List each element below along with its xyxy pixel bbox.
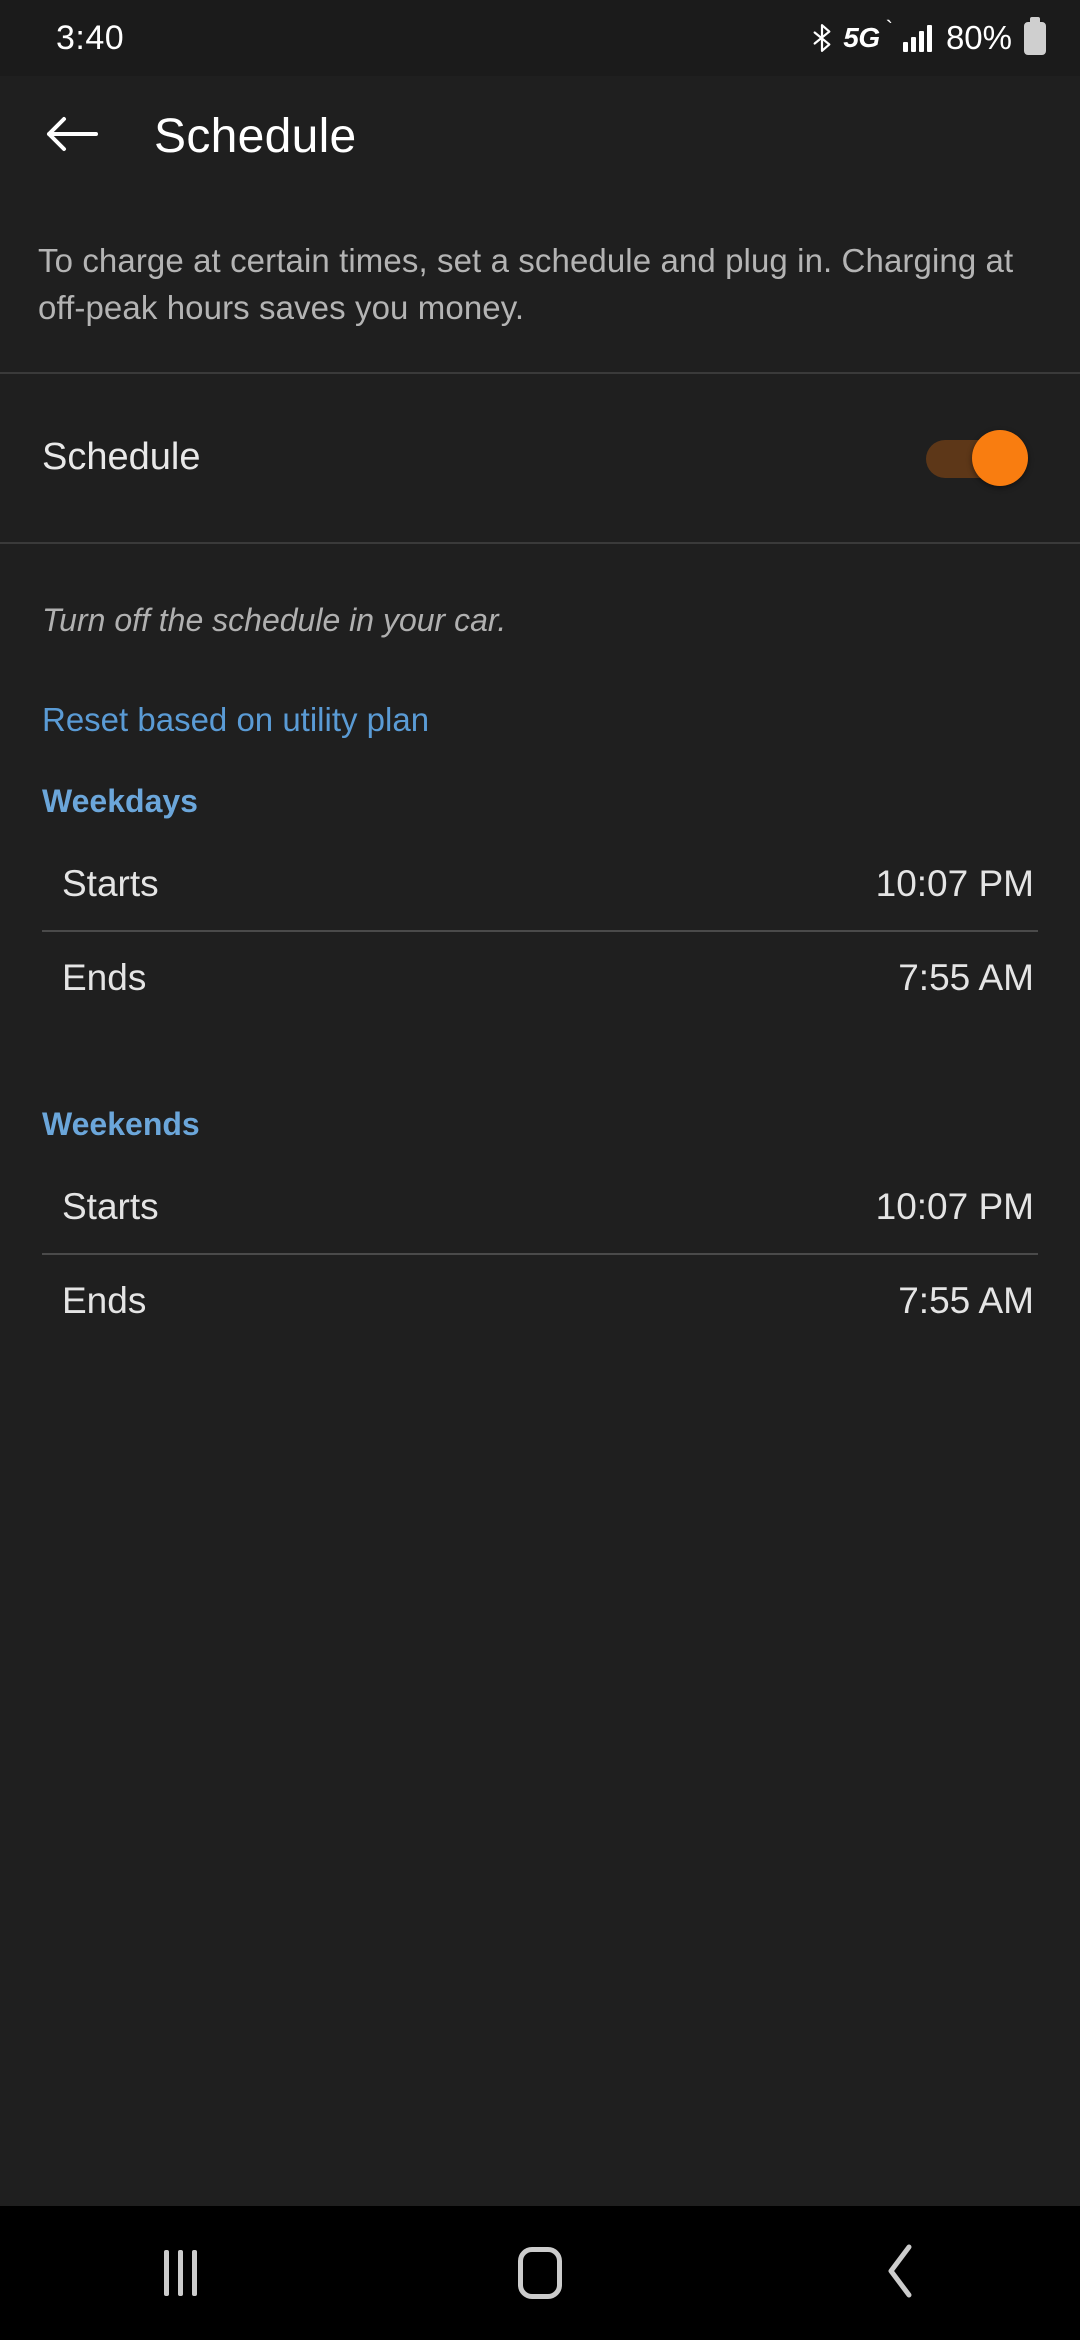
description-text: To charge at certain times, set a schedu… xyxy=(38,242,1014,326)
phone-screen: 3:40 5G ` 80% Schedule To charge at cert… xyxy=(0,0,1080,2340)
reset-utility-plan-link[interactable]: Reset based on utility plan xyxy=(0,639,429,739)
spacer-between-sections xyxy=(0,1024,1080,1062)
schedule-note: Turn off the schedule in your car. xyxy=(42,601,507,638)
app-bar: Schedule xyxy=(0,76,1080,196)
page-title: Schedule xyxy=(154,109,357,163)
back-arrow-icon xyxy=(44,114,98,159)
weekdays-starts-value: 10:07 PM xyxy=(875,862,1034,904)
spacer-weekdays xyxy=(0,820,1080,838)
schedule-toggle-row[interactable]: Schedule xyxy=(0,373,1080,542)
description-block: To charge at certain times, set a schedu… xyxy=(0,196,1080,372)
recents-icon xyxy=(163,2250,197,2296)
home-icon xyxy=(518,2247,562,2299)
weekends-ends-value: 7:55 AM xyxy=(898,1279,1034,1321)
spacer-weekends xyxy=(0,1143,1080,1161)
weekends-ends-label: Ends xyxy=(62,1279,147,1321)
weekends-starts-label: Starts xyxy=(62,1185,159,1227)
section-header-weekdays: Weekdays xyxy=(42,782,198,819)
weekdays-ends-label: Ends xyxy=(62,956,147,998)
network-type-label: 5G xyxy=(843,22,880,53)
section-header-weekends: Weekends xyxy=(42,1105,200,1142)
weekdays-starts-label: Starts xyxy=(62,862,159,904)
toggle-thumb xyxy=(972,429,1028,486)
schedule-toggle-label: Schedule xyxy=(42,436,201,479)
status-bar: 3:40 5G ` 80% xyxy=(0,0,1080,76)
weekends-starts-value: 10:07 PM xyxy=(875,1185,1034,1227)
status-icons: 5G ` 80% xyxy=(811,16,1046,57)
battery-percent-label: 80% xyxy=(945,19,1012,56)
nav-back-button[interactable] xyxy=(800,2206,1000,2340)
status-clock: 3:40 xyxy=(56,18,125,57)
weekdays-ends-row[interactable]: Ends 7:55 AM xyxy=(0,932,1080,1024)
bluetooth-icon xyxy=(811,23,833,53)
schedule-toggle-switch[interactable] xyxy=(926,429,1034,486)
weekdays-ends-value: 7:55 AM xyxy=(898,956,1034,998)
weekdays-starts-row[interactable]: Starts 10:07 PM xyxy=(0,838,1080,930)
main-content: To charge at certain times, set a schedu… xyxy=(0,196,1080,2206)
weekends-starts-row[interactable]: Starts 10:07 PM xyxy=(0,1161,1080,1253)
weekends-ends-row[interactable]: Ends 7:55 AM xyxy=(0,1255,1080,1347)
home-button[interactable] xyxy=(440,2206,640,2340)
recents-button[interactable] xyxy=(80,2206,280,2340)
system-nav-bar xyxy=(0,2206,1080,2340)
nav-back-icon xyxy=(883,2243,917,2304)
network-tick-icon: ` xyxy=(885,16,893,41)
battery-icon xyxy=(1024,21,1046,55)
signal-bars-icon xyxy=(902,24,932,52)
back-button[interactable] xyxy=(32,97,110,175)
